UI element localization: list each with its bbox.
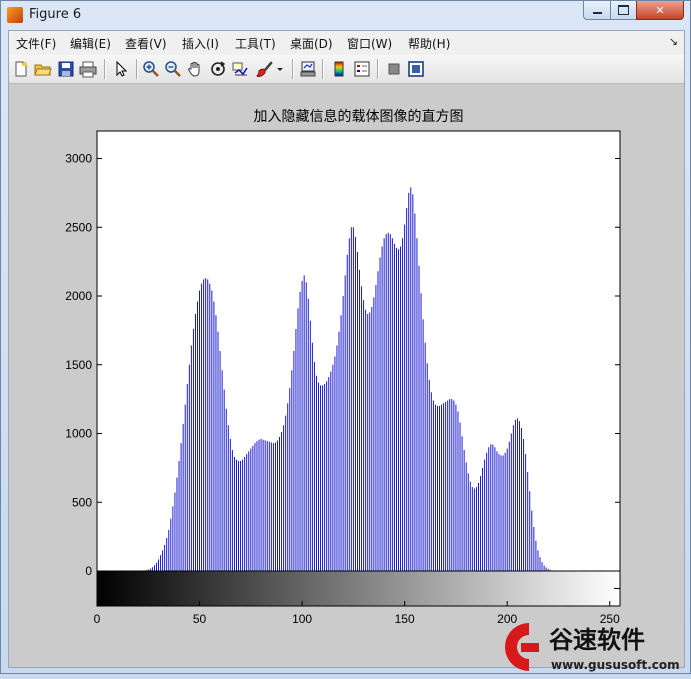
y-tick-label: 0 [85, 564, 92, 578]
y-tick-label: 500 [72, 495, 92, 509]
menu-item-2[interactable]: 查看(V) [125, 35, 167, 52]
brush-icon[interactable] [255, 60, 273, 78]
watermark-url: www.gususoft.com [551, 658, 680, 672]
matlab-logo-icon [7, 7, 23, 23]
y-tick-label: 2000 [65, 289, 92, 303]
menu-item-1[interactable]: 编辑(E) [70, 35, 111, 52]
toolbar-separator [104, 59, 106, 79]
x-tick-label: 50 [193, 612, 207, 626]
menu-item-7[interactable]: 帮助(H) [408, 35, 450, 52]
figure-window: Figure 6 ✕ 文件(F) 编辑(E) 查看(V) 插入(I) 工具(T) 桌面(D… [0, 0, 691, 674]
zoom-in-icon[interactable] [142, 60, 160, 78]
link-plot-icon[interactable] [299, 60, 317, 78]
maximize-icon [618, 5, 629, 15]
minimize-icon [592, 12, 602, 14]
data-cursor-icon[interactable] [231, 60, 249, 78]
chart-title: 加入隐藏信息的载体图像的直方图 [254, 108, 464, 125]
toolbar-separator [292, 59, 294, 79]
pan-hand-icon[interactable] [186, 60, 204, 78]
rotate-3d-icon[interactable] [209, 60, 227, 78]
pointer-icon[interactable] [112, 60, 130, 78]
axes-background[interactable] [97, 131, 620, 571]
maximize-button[interactable] [610, 1, 637, 20]
menu-item-4[interactable]: 工具(T) [235, 35, 276, 52]
legend-icon[interactable] [353, 60, 371, 78]
y-tick-label: 1000 [65, 427, 92, 441]
hide-plot-tools-icon[interactable] [385, 60, 403, 78]
menu-item-3[interactable]: 插入(I) [182, 35, 219, 52]
menu-bar: 文件(F) 编辑(E) 查看(V) 插入(I) 工具(T) 桌面(D) 窗口(W) 帮助(H)… [9, 31, 684, 56]
close-icon: ✕ [655, 3, 665, 17]
dock-arrow-icon[interactable]: ↘ [669, 35, 678, 48]
y-tick-label: 3000 [65, 152, 92, 166]
figure-toolbar [9, 55, 684, 84]
close-button[interactable]: ✕ [636, 1, 684, 20]
menu-item-0[interactable]: 文件(F) [16, 35, 56, 52]
brush-dropdown-icon[interactable] [275, 60, 285, 78]
zoom-out-icon[interactable] [164, 60, 182, 78]
toolbar-separator [377, 59, 379, 79]
toolbar-separator [136, 59, 138, 79]
toolbar-separator [322, 59, 324, 79]
minimize-button[interactable] [583, 1, 611, 20]
show-plot-tools-icon[interactable] [407, 60, 425, 78]
x-tick-label: 0 [94, 612, 101, 626]
title-bar[interactable]: Figure 6 ✕ [1, 1, 690, 29]
new-file-icon[interactable] [12, 60, 30, 78]
x-tick-label: 150 [395, 612, 415, 626]
menu-item-5[interactable]: 桌面(D) [290, 35, 333, 52]
print-icon[interactable] [79, 60, 97, 78]
grayscale-colorbar [97, 571, 620, 606]
watermark-logo: 谷速软件 www.gususoft.com [491, 617, 691, 675]
menu-item-6[interactable]: 窗口(W) [347, 35, 392, 52]
colorbar-icon[interactable] [330, 60, 348, 78]
window-title: Figure 6 [29, 7, 82, 22]
open-folder-icon[interactable] [34, 60, 52, 78]
y-tick-label: 1500 [65, 358, 92, 372]
histogram-chart[interactable]: 0500100015002000250030000 50 100 150 200 250加… [9, 84, 684, 667]
x-tick-label: 100 [292, 612, 312, 626]
watermark-brand: 谷速软件 [549, 626, 645, 654]
figure-client-area: 文件(F) 编辑(E) 查看(V) 插入(I) 工具(T) 桌面(D) 窗口(W) 帮助(H)… [8, 30, 685, 668]
y-tick-label: 2500 [65, 220, 92, 234]
plot-area: 0 500 1000 1500 2000 2500 3000 0 50 100 150 200 250 加… [9, 84, 684, 667]
save-icon[interactable] [57, 60, 75, 78]
